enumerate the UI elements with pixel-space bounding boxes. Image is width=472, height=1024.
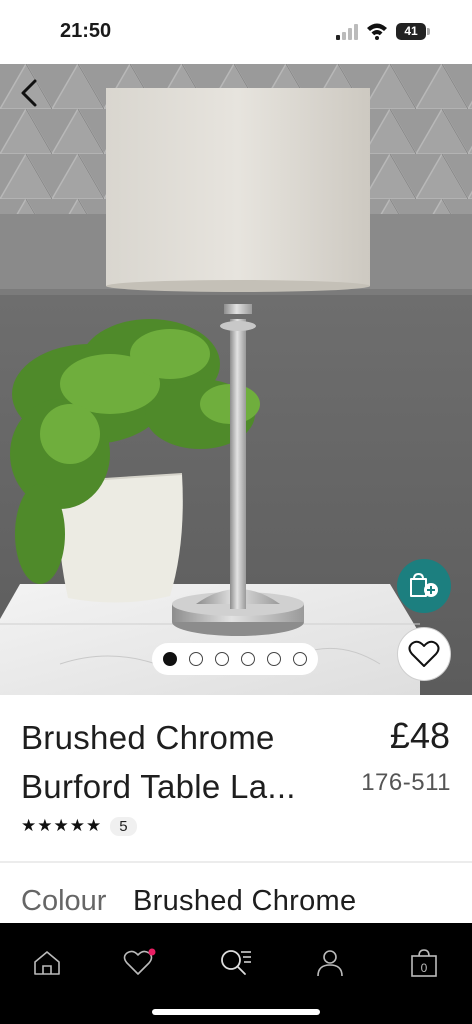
carousel-dot[interactable] xyxy=(293,652,307,666)
carousel-dot[interactable] xyxy=(267,652,281,666)
nav-bag[interactable]: 0 xyxy=(396,935,452,991)
chevron-left-icon xyxy=(21,79,37,107)
add-to-wallet-button[interactable] xyxy=(397,559,451,613)
carousel-indicator xyxy=(152,643,318,675)
product-info: Brushed Chrome Burford Table La... £48 1… xyxy=(0,695,472,861)
bag-icon: 0 xyxy=(411,949,437,977)
review-count-badge: 5 xyxy=(110,816,137,836)
rating-stars: ★★★★★ xyxy=(21,816,103,835)
colour-label: Colour xyxy=(21,885,107,917)
product-title: Brushed Chrome Burford Table La... xyxy=(21,713,341,811)
battery-level: 41 xyxy=(396,23,426,40)
carousel-dot[interactable] xyxy=(215,652,229,666)
add-to-favourites-button[interactable] xyxy=(397,627,451,681)
heart-icon xyxy=(123,948,156,975)
product-rating[interactable]: ★★★★★ 5 xyxy=(21,816,137,836)
battery-icon: 41 xyxy=(396,23,430,40)
wallet-add-icon xyxy=(410,572,438,597)
cellular-signal-icon xyxy=(336,24,358,40)
nav-home[interactable] xyxy=(19,935,75,991)
bottom-navigation: 0 xyxy=(0,923,472,1024)
carousel-dot[interactable] xyxy=(163,652,177,666)
home-icon xyxy=(34,951,60,975)
product-title-line1: Brushed Chrome xyxy=(21,719,275,756)
colour-value: Brushed Chrome xyxy=(133,885,357,917)
nav-search[interactable] xyxy=(208,935,264,991)
search-menu-icon xyxy=(221,950,251,975)
product-sku: 176-511 xyxy=(361,769,451,796)
notification-dot xyxy=(148,948,156,956)
product-price: £48 xyxy=(389,715,450,756)
heart-icon xyxy=(408,640,440,667)
status-time: 21:50 xyxy=(60,20,112,42)
back-button[interactable] xyxy=(10,74,48,112)
nav-account[interactable] xyxy=(302,935,358,991)
colour-selector[interactable]: Colour Brushed Chrome xyxy=(0,863,472,923)
carousel-dot[interactable] xyxy=(189,652,203,666)
status-bar: 21:50 41 xyxy=(0,0,472,64)
product-image-carousel[interactable] xyxy=(0,64,472,695)
user-icon xyxy=(317,950,343,977)
product-title-line2: Burford Table La... xyxy=(21,768,296,805)
bag-count: 0 xyxy=(421,961,428,975)
wifi-icon xyxy=(367,23,387,40)
carousel-dot[interactable] xyxy=(241,652,255,666)
nav-favourites[interactable] xyxy=(112,935,168,991)
home-indicator xyxy=(152,1009,320,1015)
